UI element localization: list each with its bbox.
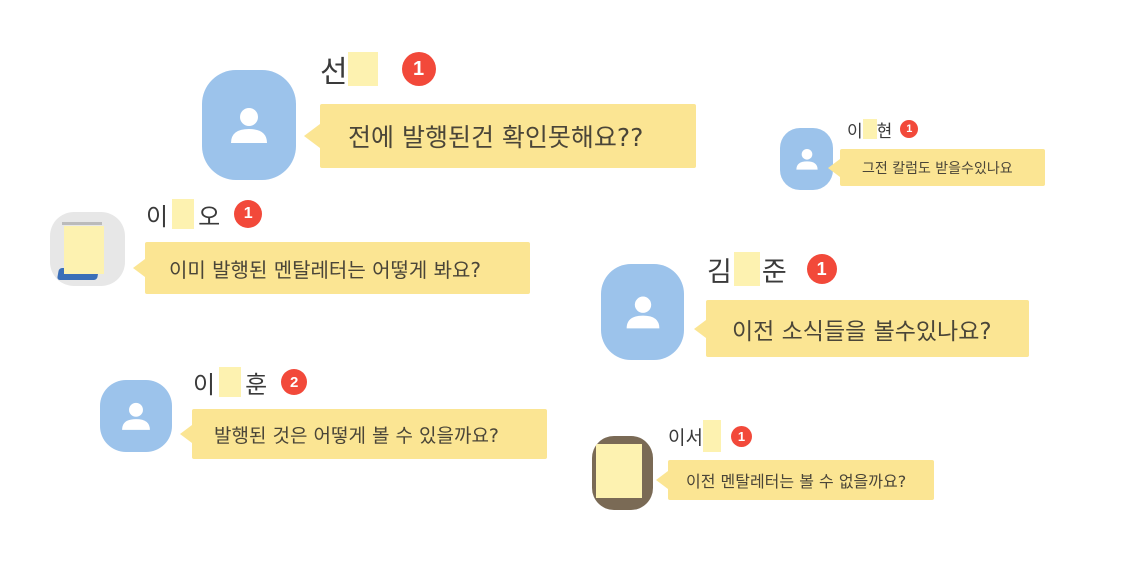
unread-badge: 1 bbox=[730, 425, 752, 447]
person-icon bbox=[601, 264, 684, 360]
sender-name: 선 1 bbox=[320, 50, 436, 90]
message-text: 전에 발행된건 확인못해요?? bbox=[348, 123, 644, 152]
message-bubble: 이전 소식들을 볼수있나요? bbox=[706, 300, 1029, 357]
photo-caption bbox=[62, 222, 102, 225]
profile-photo bbox=[50, 212, 125, 286]
name-redaction bbox=[733, 252, 760, 286]
name-redaction bbox=[219, 367, 242, 397]
photo-redaction bbox=[596, 444, 642, 498]
unread-badge: 1 bbox=[401, 52, 436, 86]
photo-redaction bbox=[64, 226, 104, 274]
unread-badge: 1 bbox=[900, 120, 919, 138]
message-text: 이전 소식들을 볼수있나요? bbox=[732, 318, 992, 345]
message-bubble: 그전 칼럼도 받을수있나요 bbox=[840, 149, 1045, 186]
person-icon bbox=[780, 128, 833, 190]
message-bubble: 발행된 것은 어떻게 볼 수 있을까요? bbox=[192, 409, 547, 459]
message-text: 이전 멘탈레터는 볼 수 없을까요? bbox=[686, 472, 907, 491]
sender-name: 이서 1 bbox=[668, 420, 752, 452]
message-bubble: 이전 멘탈레터는 볼 수 없을까요? bbox=[668, 460, 934, 500]
person-icon bbox=[100, 380, 172, 452]
sender-name: 이 오 1 bbox=[146, 198, 263, 231]
name-redaction bbox=[862, 119, 877, 139]
name-redaction bbox=[172, 199, 195, 229]
message-bubble: 전에 발행된건 확인못해요?? bbox=[320, 104, 696, 168]
sender-name: 김 준 1 bbox=[707, 252, 837, 288]
message-bubble: 이미 발행된 멘탈레터는 어떻게 봐요? bbox=[145, 242, 530, 294]
message-text: 발행된 것은 어떻게 볼 수 있을까요? bbox=[214, 424, 500, 447]
sender-name: 이 현 1 bbox=[847, 118, 919, 142]
unread-badge: 1 bbox=[234, 200, 263, 228]
name-redaction bbox=[702, 420, 721, 452]
person-icon bbox=[202, 70, 296, 180]
message-text: 그전 칼럼도 받을수있나요 bbox=[862, 160, 1013, 177]
name-redaction bbox=[347, 52, 378, 86]
sender-name: 이 훈 2 bbox=[193, 366, 308, 399]
profile-photo bbox=[592, 436, 653, 510]
unread-badge: 1 bbox=[806, 254, 837, 284]
unread-badge: 2 bbox=[281, 369, 308, 395]
message-text: 이미 발행된 멘탈레터는 어떻게 봐요? bbox=[169, 257, 482, 282]
